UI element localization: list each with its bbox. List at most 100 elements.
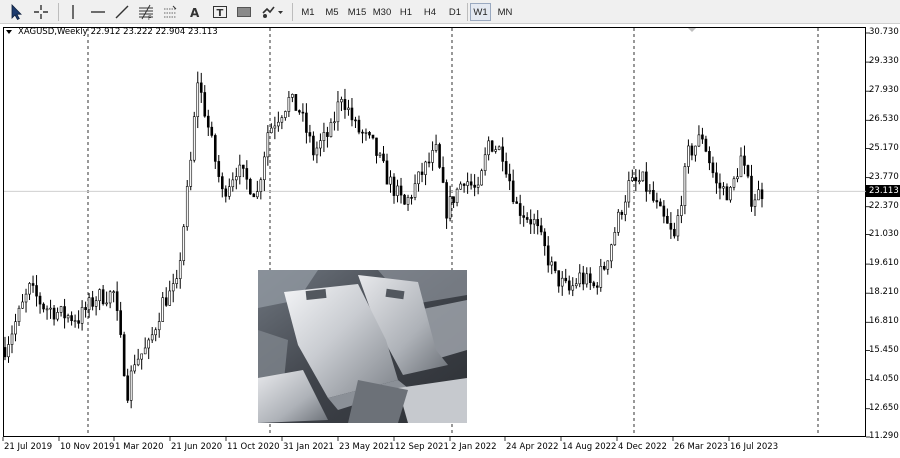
bull-candle: [98, 289, 101, 302]
timeframe-m15[interactable]: M15: [345, 3, 369, 21]
bull-candle: [448, 196, 452, 219]
trendline-icon[interactable]: [112, 2, 132, 22]
date-axis-label: 21 Jul 2019: [4, 442, 53, 452]
bull-candle: [732, 178, 736, 188]
timeframe-mn[interactable]: MN: [494, 3, 516, 21]
bull-candle: [196, 82, 200, 117]
fibonacci-icon[interactable]: F: [136, 2, 156, 22]
bull-candle: [697, 134, 701, 147]
bull-candle: [532, 219, 536, 225]
bear-candle: [382, 153, 385, 162]
bear-candle: [441, 167, 445, 183]
timeframe-m5[interactable]: M5: [322, 3, 342, 21]
bear-candle: [445, 182, 448, 219]
bear-candle: [746, 165, 750, 177]
bear-candle: [543, 231, 547, 247]
bear-candle: [760, 189, 764, 200]
price-axis-label: 14.050: [869, 373, 899, 384]
bull-candle: [175, 278, 179, 284]
crosshair-icon[interactable]: [30, 2, 52, 22]
price-axis-label: 16.810: [869, 316, 899, 327]
date-axis-label: 26 Mar 2023: [674, 442, 728, 452]
bull-candle: [571, 285, 575, 291]
bear-candle: [213, 135, 217, 162]
bear-candle: [294, 94, 298, 111]
bull-candle: [136, 358, 140, 366]
bull-candle: [182, 226, 186, 261]
channel-icon[interactable]: [160, 2, 180, 22]
bull-candle: [347, 107, 350, 110]
bull-candle: [66, 315, 70, 319]
bear-candle: [361, 131, 364, 134]
toolbar-separator: [58, 3, 59, 21]
bull-candle: [683, 166, 687, 206]
bull-candle: [680, 205, 683, 216]
bull-candle: [80, 307, 84, 324]
timeframe-d1[interactable]: D1: [445, 3, 465, 21]
shift-marker: [688, 28, 696, 32]
bear-candle: [427, 161, 431, 164]
horizontal-line-icon[interactable]: [88, 2, 108, 22]
text-icon[interactable]: A: [186, 2, 204, 22]
bear-candle: [490, 140, 494, 152]
bear-candle: [217, 161, 221, 177]
bear-candle: [31, 283, 35, 286]
text-label-icon[interactable]: T: [210, 2, 230, 22]
bull-candle: [329, 122, 333, 137]
bull-candle: [17, 307, 21, 322]
price-axis-label: 19.610: [869, 258, 899, 269]
bull-candle: [315, 147, 319, 156]
bear-candle: [42, 303, 45, 310]
bull-candle: [476, 184, 480, 188]
shapes-icon[interactable]: [260, 2, 286, 22]
bear-candle: [312, 135, 315, 156]
bear-candle: [63, 306, 66, 319]
bull-candle: [273, 125, 277, 129]
timeframe-w1[interactable]: W1: [470, 3, 491, 21]
bull-candle: [585, 273, 589, 285]
bear-candle: [52, 307, 56, 320]
timeframe-m1[interactable]: M1: [298, 3, 318, 21]
bear-candle: [368, 132, 371, 136]
bear-candle: [462, 183, 466, 186]
bull-candle: [56, 312, 59, 320]
vertical-line-icon[interactable]: [64, 2, 82, 22]
bear-candle: [35, 285, 38, 297]
bull-candle: [49, 307, 52, 310]
bear-candle: [704, 138, 708, 152]
bull-candle: [641, 171, 645, 182]
timeframe-m30[interactable]: M30: [370, 3, 394, 21]
bull-candle: [459, 183, 462, 190]
rectangle-icon[interactable]: [234, 2, 254, 22]
bear-candle: [501, 146, 504, 162]
bull-candle: [648, 189, 652, 192]
bull-candle: [729, 186, 732, 201]
date-axis-label: 10 Nov 2019: [60, 442, 115, 452]
bull-candle: [753, 199, 757, 207]
bear-candle: [101, 289, 105, 305]
bear-candle: [595, 285, 599, 288]
bear-candle: [301, 111, 305, 114]
price-axis-label: 18.210: [869, 287, 899, 298]
bear-candle: [210, 126, 214, 136]
bull-candle: [483, 154, 487, 171]
timeframe-h4[interactable]: H4: [420, 3, 440, 21]
bull-candle: [287, 97, 291, 112]
bear-candle: [715, 172, 718, 184]
date-axis-label: 16 Jul 2023: [730, 442, 779, 452]
bull-candle: [161, 297, 165, 322]
bull-candle: [277, 121, 280, 127]
bull-candle: [140, 353, 143, 360]
bear-candle: [399, 185, 403, 196]
timeframe-h1[interactable]: H1: [396, 3, 416, 21]
symbol-name: XAGUSD,Weekly: [18, 27, 88, 37]
bear-candle: [220, 176, 224, 190]
dropdown-triangle-icon[interactable]: [6, 30, 12, 34]
bear-candle: [662, 205, 666, 217]
cursor-icon[interactable]: [6, 2, 26, 22]
bear-candle: [242, 164, 245, 169]
bear-candle: [725, 186, 729, 201]
bear-candle: [539, 225, 543, 233]
bull-candle: [336, 101, 340, 123]
bull-candle: [424, 161, 427, 175]
